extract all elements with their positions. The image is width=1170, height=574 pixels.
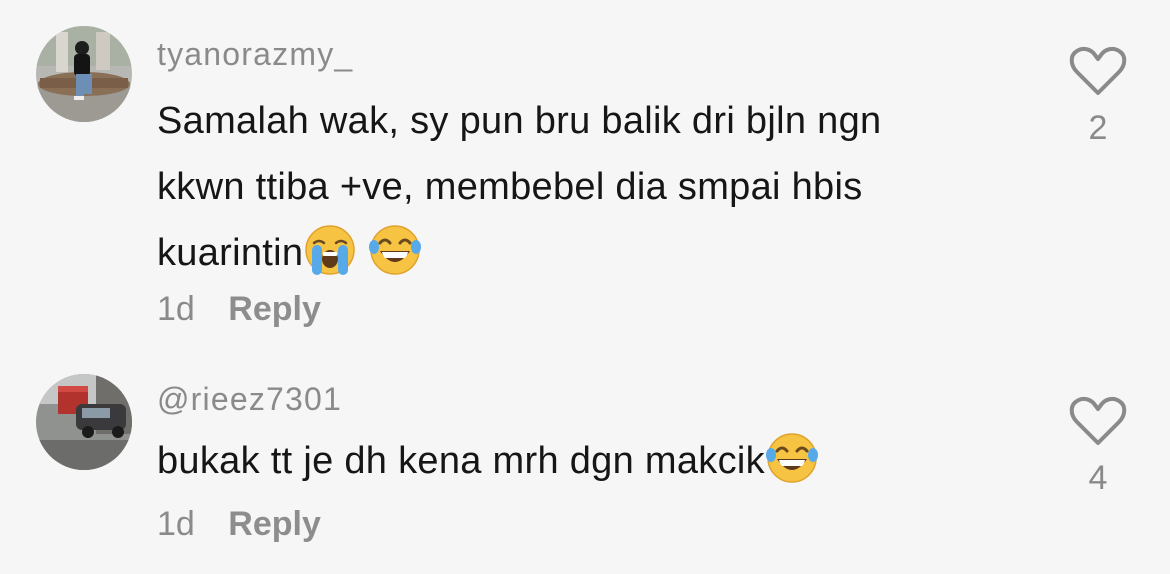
like-count: 2	[1088, 109, 1108, 147]
comment-meta: 1d Reply	[157, 290, 1017, 329]
comment-body: @rieez7301 bukak tt je dh kena mrh dgn m…	[157, 379, 1017, 544]
like-control: 2	[1068, 46, 1128, 148]
face-with-tears-of-joy-icon	[368, 223, 422, 277]
comment-text-line: bukak tt je dh kena mrh dgn makcik	[157, 440, 765, 482]
comment-text: bukak tt je dh kena mrh dgn makcik	[157, 428, 1017, 494]
comment-item: @rieez7301 bukak tt je dh kena mrh dgn m…	[0, 345, 1170, 574]
avatar[interactable]	[36, 374, 132, 470]
comment-text-line: Samalah wak, sy pun bru balik dri bjln n…	[157, 100, 882, 142]
comment-item: tyanorazmy_ Samalah wak, sy pun bru bali…	[0, 0, 1170, 345]
like-control: 4	[1068, 396, 1128, 498]
comment-timestamp: 1d	[157, 290, 195, 328]
like-count: 4	[1088, 459, 1108, 497]
comment-text-line: kuarintin	[157, 232, 304, 274]
comment-body: tyanorazmy_ Samalah wak, sy pun bru bali…	[157, 34, 1017, 329]
loudly-crying-face-icon	[303, 223, 357, 277]
heart-icon[interactable]	[1068, 396, 1128, 448]
comment-meta: 1d Reply	[157, 505, 1017, 544]
face-with-tears-of-joy-icon	[765, 431, 819, 485]
comment-timestamp: 1d	[157, 505, 195, 543]
avatar-photo	[36, 374, 132, 470]
reply-button[interactable]: Reply	[228, 505, 321, 544]
heart-icon[interactable]	[1068, 46, 1128, 98]
avatar-photo	[36, 26, 132, 122]
comment-list: tyanorazmy_ Samalah wak, sy pun bru bali…	[0, 0, 1170, 574]
comment-username[interactable]: tyanorazmy_	[157, 34, 1017, 74]
comment-username[interactable]: @rieez7301	[157, 379, 1017, 419]
comment-text-line: kkwn ttiba +ve, membebel dia smpai hbis	[157, 166, 863, 208]
comment-text: Samalah wak, sy pun bru balik dri bjln n…	[157, 88, 1017, 286]
reply-button[interactable]: Reply	[228, 290, 321, 329]
avatar[interactable]	[36, 26, 132, 122]
